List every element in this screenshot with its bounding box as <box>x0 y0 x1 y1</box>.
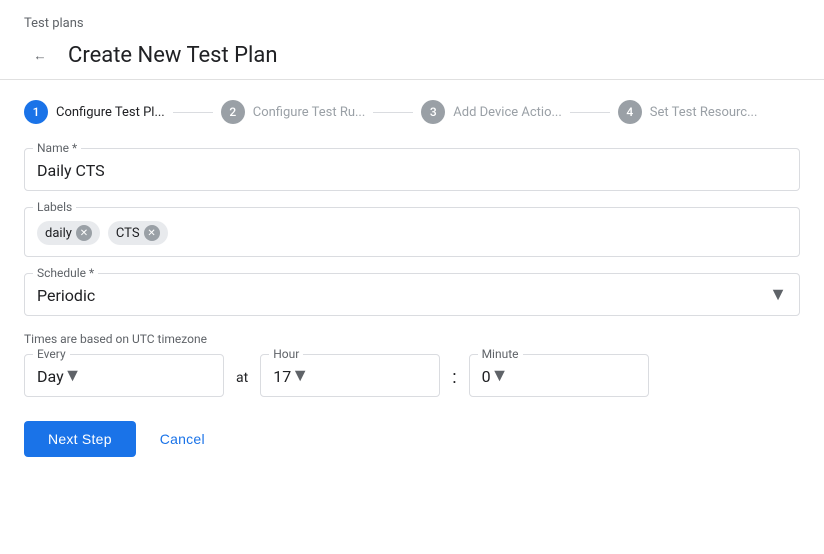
labels-field-group: Labels daily ✕ CTS ✕ <box>24 207 800 257</box>
stepper: 1 Configure Test Pl... 2 Configure Test … <box>24 100 800 124</box>
chip-cts-remove[interactable]: ✕ <box>144 225 160 241</box>
cancel-button[interactable]: Cancel <box>152 421 213 457</box>
chip-daily-remove[interactable]: ✕ <box>76 225 92 241</box>
hour-value: 17 <box>273 363 291 388</box>
minute-dropdown-icon: ▼ <box>491 365 509 386</box>
step-2-label: Configure Test Ru... <box>253 105 366 120</box>
step-4: 4 Set Test Resourc... <box>618 100 758 124</box>
colon-separator: : <box>452 363 456 388</box>
step-2-circle: 2 <box>221 100 245 124</box>
hour-field[interactable]: Hour 17 ▼ <box>260 354 440 397</box>
every-value: Day <box>37 363 64 388</box>
chips-container: daily ✕ CTS ✕ <box>37 216 787 248</box>
step-1-circle: 1 <box>24 100 48 124</box>
step-3-label: Add Device Actio... <box>453 105 562 120</box>
next-step-button[interactable]: Next Step <box>24 421 136 457</box>
schedule-dropdown-icon: ▼ <box>769 284 787 305</box>
minute-field[interactable]: Minute 0 ▼ <box>469 354 649 397</box>
chip-cts-text: CTS <box>116 226 140 241</box>
actions-bar: Next Step Cancel <box>24 421 800 457</box>
every-field[interactable]: Every Day ▼ <box>24 354 224 397</box>
schedule-select[interactable]: Periodic ▼ <box>37 282 787 307</box>
chip-cts: CTS ✕ <box>108 221 168 245</box>
name-label: Name <box>33 141 81 155</box>
step-1-label: Configure Test Pl... <box>56 105 165 120</box>
step-2: 2 Configure Test Ru... <box>221 100 366 124</box>
schedule-label: Schedule <box>33 266 98 280</box>
every-label: Every <box>33 347 70 361</box>
step-4-label: Set Test Resourc... <box>650 105 758 120</box>
hour-dropdown-icon: ▼ <box>291 365 309 386</box>
breadcrumb: Test plans <box>24 16 800 31</box>
name-field-group: Name Daily CTS <box>24 148 800 191</box>
minute-label: Minute <box>478 347 523 361</box>
step-1: 1 Configure Test Pl... <box>24 100 165 124</box>
at-label: at <box>236 366 248 386</box>
step-4-circle: 4 <box>618 100 642 124</box>
step-connector-3 <box>570 112 610 113</box>
labels-field[interactable]: Labels daily ✕ CTS ✕ <box>24 207 800 257</box>
back-icon: ← <box>33 48 46 63</box>
name-value: Daily CTS <box>37 157 787 182</box>
schedule-field[interactable]: Schedule Periodic ▼ <box>24 273 800 316</box>
name-field[interactable]: Name Daily CTS <box>24 148 800 191</box>
step-3-circle: 3 <box>421 100 445 124</box>
step-3: 3 Add Device Actio... <box>421 100 562 124</box>
labels-label: Labels <box>33 200 76 214</box>
schedule-field-group: Schedule Periodic ▼ <box>24 273 800 316</box>
chip-daily-text: daily <box>45 226 72 241</box>
schedule-value: Periodic <box>37 282 95 307</box>
periodic-row: Every Day ▼ at Hour 17 ▼ : Minute 0 ▼ <box>24 354 800 397</box>
chip-daily: daily ✕ <box>37 221 100 245</box>
step-connector-2 <box>373 112 413 113</box>
every-dropdown-icon: ▼ <box>64 365 82 386</box>
minute-value: 0 <box>482 363 491 388</box>
back-button[interactable]: ← <box>24 39 56 71</box>
step-connector-1 <box>173 112 213 113</box>
hour-label: Hour <box>269 347 303 361</box>
timezone-hint: Times are based on UTC timezone <box>24 332 800 346</box>
page-title: Create New Test Plan <box>68 43 278 68</box>
